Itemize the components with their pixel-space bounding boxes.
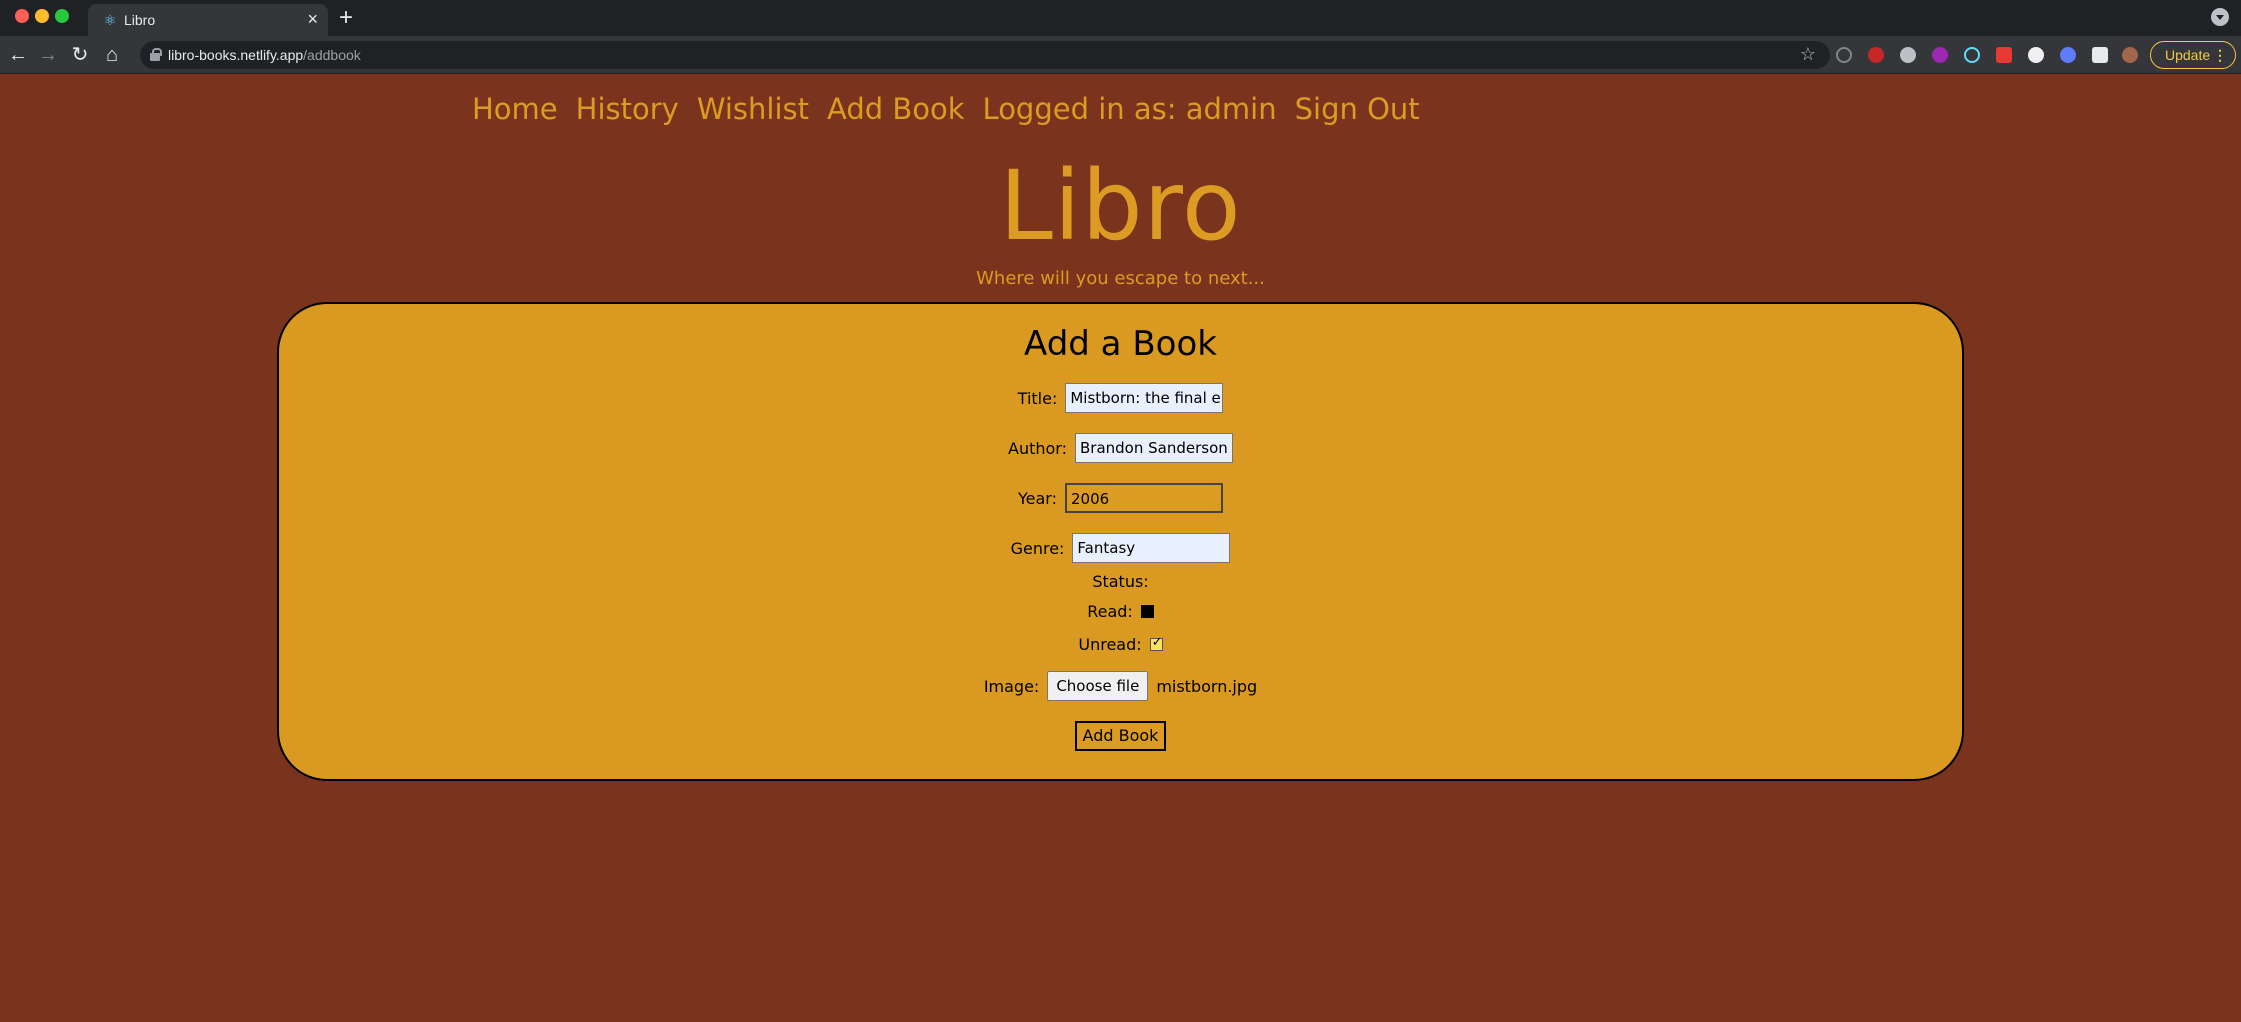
year-row: Year: 2006 xyxy=(279,483,1962,513)
video-extension-icon[interactable] xyxy=(1996,47,2012,63)
nav-wishlist-link[interactable]: Wishlist xyxy=(697,92,809,126)
image-row: Image: Choose file mistborn.jpg xyxy=(279,671,1962,701)
year-label: Year: xyxy=(1018,488,1057,508)
extension-icon[interactable] xyxy=(1836,47,1852,63)
update-button[interactable]: Update ⋮ xyxy=(2150,41,2236,69)
ublock-extension-icon[interactable] xyxy=(1868,47,1884,63)
author-row: Author: Brandon Sanderson xyxy=(279,433,1962,463)
nav-history-link[interactable]: History xyxy=(576,92,679,126)
author-input[interactable]: Brandon Sanderson xyxy=(1074,433,1233,463)
site-logo: Libro xyxy=(999,150,1242,262)
add-book-card: Add a Book Title: Mistborn: the final em… xyxy=(277,302,1964,781)
page-title: Add a Book xyxy=(1024,324,1217,364)
choose-file-button[interactable]: Choose file xyxy=(1047,671,1149,701)
browser-tab[interactable]: ⚛ Libro × xyxy=(88,4,328,36)
minimize-window-button[interactable] xyxy=(35,9,49,23)
status-label: Status: xyxy=(1092,572,1149,591)
genre-row: Genre: Fantasy xyxy=(279,533,1962,563)
puzzle-icon[interactable] xyxy=(2092,47,2108,63)
close-tab-icon[interactable]: × xyxy=(307,9,318,29)
new-tab-icon[interactable]: + xyxy=(339,4,353,32)
nav-add-book-link[interactable]: Add Book xyxy=(827,92,965,126)
forward-icon[interactable]: → xyxy=(36,43,60,67)
unread-label: Unread: xyxy=(1078,635,1142,654)
edit-extension-icon[interactable] xyxy=(2028,47,2044,63)
nav-sign-out-link[interactable]: Sign Out xyxy=(1295,92,1420,126)
title-row: Title: Mistborn: the final emp xyxy=(279,383,1962,413)
file-name: mistborn.jpg xyxy=(1156,676,1258,696)
genre-input[interactable]: Fantasy xyxy=(1072,533,1231,563)
logged-in-text: Logged in as: admin xyxy=(982,92,1277,126)
site-nav: Home History Wishlist Add Book Logged in… xyxy=(472,92,1420,126)
tab-title: Libro xyxy=(124,12,156,28)
image-label: Image: xyxy=(983,676,1040,696)
react-icon: ⚛ xyxy=(103,12,117,28)
year-input[interactable]: 2006 xyxy=(1064,483,1223,513)
tab-search-icon[interactable] xyxy=(2211,8,2229,26)
site-tagline: Where will you escape to next... xyxy=(976,268,1265,289)
unread-row: Unread: xyxy=(279,635,1962,654)
address-bar[interactable]: libro-books.netlify.app/addbook ☆ xyxy=(140,41,1830,69)
blue-extension-icon[interactable] xyxy=(2060,47,2076,63)
genre-label: Genre: xyxy=(1010,538,1065,558)
read-row: Read: xyxy=(279,602,1962,621)
color-extension-icon[interactable] xyxy=(1932,47,1948,63)
read-label: Read: xyxy=(1087,602,1133,621)
browser-tabbar: ⚛ Libro × + xyxy=(0,0,2241,36)
back-icon[interactable]: ← xyxy=(6,43,30,67)
title-input[interactable]: Mistborn: the final emp xyxy=(1065,383,1224,413)
home-icon[interactable]: ⌂ xyxy=(100,43,124,67)
maximize-window-button[interactable] xyxy=(55,9,69,23)
reload-icon[interactable]: ↻ xyxy=(68,43,92,67)
nav-home-link[interactable]: Home xyxy=(472,92,558,126)
status-row: Status: xyxy=(279,572,1962,591)
ghost-extension-icon[interactable] xyxy=(1900,47,1916,63)
react-devtools-icon[interactable] xyxy=(1964,47,1980,63)
unread-checkbox[interactable] xyxy=(1149,635,1163,651)
url-text: libro-books.netlify.app/addbook xyxy=(168,47,361,63)
avatar[interactable] xyxy=(2122,47,2138,63)
author-label: Author: xyxy=(1008,438,1067,458)
close-window-button[interactable] xyxy=(15,9,29,23)
read-checkbox[interactable] xyxy=(1140,605,1154,618)
submit-row: Add Book xyxy=(279,721,1962,751)
add-book-button[interactable]: Add Book xyxy=(1074,721,1167,751)
title-label: Title: xyxy=(1017,388,1058,408)
bookmark-star-icon[interactable]: ☆ xyxy=(1800,44,1816,65)
menu-dots-icon: ⋮ xyxy=(2213,47,2227,63)
lock-icon xyxy=(150,48,162,61)
browser-toolbar: ← → ↻ ⌂ libro-books.netlify.app/addbook … xyxy=(0,36,2241,74)
